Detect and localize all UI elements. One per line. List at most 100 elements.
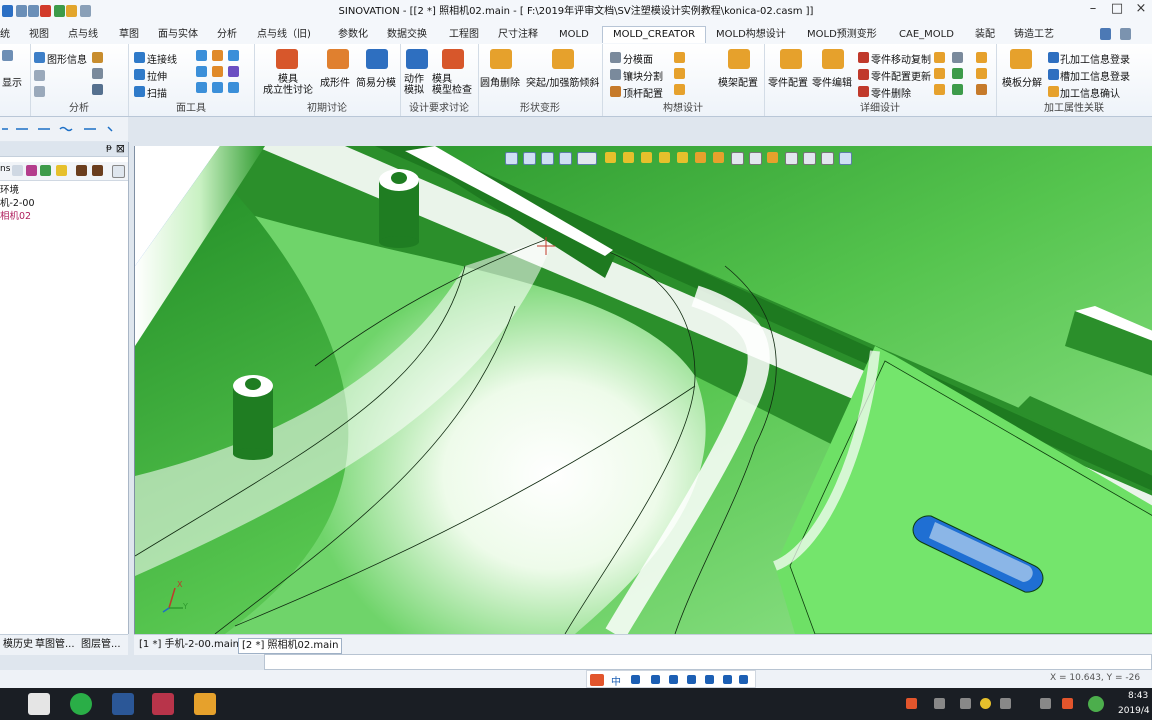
cube-view-icon[interactable] xyxy=(767,152,778,163)
detail-tool-icon[interactable] xyxy=(934,52,945,63)
view-dropdown-icon[interactable] xyxy=(577,152,597,165)
ejector-config-button[interactable]: 顶杆配置 xyxy=(623,85,663,100)
cube-view-icon[interactable] xyxy=(713,152,724,163)
tray-icon[interactable] xyxy=(906,698,917,709)
angle-icon[interactable] xyxy=(92,52,103,63)
tray-icon[interactable] xyxy=(980,698,991,709)
grid-view-icon[interactable] xyxy=(821,152,834,165)
tree-item-environment[interactable]: 环境 xyxy=(0,182,19,196)
tab-assembly[interactable]: 装配 xyxy=(975,27,995,43)
tree-tool-icon[interactable] xyxy=(56,165,67,176)
surface-tool-icon[interactable] xyxy=(196,50,207,61)
molded-part-button[interactable]: 成形件 xyxy=(320,74,350,89)
light-bulb-icon[interactable] xyxy=(623,152,634,163)
view-tool-icon[interactable] xyxy=(523,152,536,165)
options-icon[interactable] xyxy=(1120,28,1131,40)
construct-tool-icon[interactable] xyxy=(674,84,685,95)
tree-tool-icon[interactable] xyxy=(12,165,23,176)
ime-tool-icon[interactable] xyxy=(705,675,714,684)
mold-base-button[interactable]: 模架配置 xyxy=(718,74,758,89)
calculator-icon[interactable] xyxy=(28,693,50,715)
binoculars-icon[interactable] xyxy=(76,165,87,176)
mold-model-render[interactable] xyxy=(135,146,1152,634)
tab-mold-deform[interactable]: MOLD预测变形 xyxy=(807,27,877,43)
tray-icon[interactable] xyxy=(1000,698,1011,709)
part-config-button[interactable]: 零件配置 xyxy=(768,74,808,89)
doc-tab-phone[interactable]: [1 *] 手机-2-00.main xyxy=(136,638,242,652)
surface-tool-icon[interactable] xyxy=(228,82,239,93)
help-icon[interactable] xyxy=(1100,28,1111,40)
curvature-icon[interactable] xyxy=(92,84,103,95)
tab-cae-mold[interactable]: CAE_MOLD xyxy=(899,27,954,43)
measure-icon[interactable] xyxy=(34,70,45,81)
mold-plate-split-button[interactable]: 模板分解 xyxy=(1002,74,1042,89)
show-button[interactable]: 显示 xyxy=(2,74,22,89)
tree-item-phone[interactable]: 机-2-00 xyxy=(0,195,35,209)
wechat-icon[interactable] xyxy=(70,693,92,715)
tab-analysis[interactable]: 分析 xyxy=(217,27,237,43)
surface-tool-icon[interactable] xyxy=(228,66,239,77)
part-config-update-button[interactable]: 零件配置更新 xyxy=(871,68,931,83)
tab-sketch[interactable]: 草图 xyxy=(119,27,139,43)
detail-tool-icon[interactable] xyxy=(952,52,963,63)
tray-icon[interactable] xyxy=(1062,698,1073,709)
detail-tool-icon[interactable] xyxy=(976,52,987,63)
construct-tool-icon[interactable] xyxy=(674,52,685,63)
model-check-button[interactable]: 模具 模型检查 xyxy=(432,74,472,96)
sweep-button[interactable]: 扫描 xyxy=(147,85,167,100)
tree-tool-icon[interactable] xyxy=(26,165,37,176)
tab-surface-solid[interactable]: 面与实体 xyxy=(158,27,198,43)
3d-viewport[interactable]: X Y xyxy=(134,146,1152,634)
view-tool-icon[interactable] xyxy=(839,152,852,165)
sinovation-icon[interactable] xyxy=(152,693,174,715)
pin-icon[interactable]: ᵽ xyxy=(106,143,112,153)
tray-icon[interactable] xyxy=(1040,698,1051,709)
block-split-button[interactable]: 镶块分割 xyxy=(623,68,663,83)
binoculars-icon[interactable] xyxy=(92,165,103,176)
close-icon[interactable]: × xyxy=(1130,0,1152,20)
grid-view-icon[interactable] xyxy=(785,152,798,165)
part-move-copy-button[interactable]: 零件移动复制 xyxy=(871,51,931,66)
detail-tool-icon[interactable] xyxy=(934,84,945,95)
network-icon[interactable] xyxy=(1088,696,1104,712)
ime-mode[interactable]: 中 xyxy=(611,673,621,688)
tab-model-history[interactable]: 模历史 xyxy=(0,638,36,652)
connect-line-button[interactable]: 连接线 xyxy=(147,51,177,66)
word-icon[interactable] xyxy=(112,693,134,715)
microphone-icon[interactable] xyxy=(669,675,678,684)
motion-sim-button[interactable]: 动作 模拟 xyxy=(404,74,424,96)
tab-system[interactable]: 统 xyxy=(0,27,10,43)
hole-info-register-button[interactable]: 孔加工信息登录 xyxy=(1060,51,1130,66)
detail-tool-icon[interactable] xyxy=(952,84,963,95)
mold-feasibility-button[interactable]: 模具 成立性讨论 xyxy=(258,74,318,96)
tab-data-exchange[interactable]: 数据交换 xyxy=(387,27,427,43)
refresh-icon[interactable] xyxy=(112,165,125,178)
tab-point-line[interactable]: 点与线 xyxy=(68,27,98,43)
tray-icon[interactable] xyxy=(934,698,945,709)
tree-tool-icon[interactable] xyxy=(40,165,51,176)
view-tool-icon[interactable] xyxy=(559,152,572,165)
shape-info-button[interactable]: 图形信息 xyxy=(47,51,87,66)
light-bulb-icon[interactable] xyxy=(641,152,652,163)
view-tool-icon[interactable] xyxy=(659,152,670,163)
tab-parametric[interactable]: 参数化 xyxy=(338,27,368,43)
grid-view-icon[interactable] xyxy=(803,152,816,165)
view-tool-icon[interactable] xyxy=(677,152,688,163)
machining-info-confirm-button[interactable]: 加工信息确认 xyxy=(1060,85,1120,100)
clock-icon[interactable] xyxy=(92,68,103,79)
fillet-delete-button[interactable]: 圆角删除 xyxy=(480,74,520,89)
tab-mold[interactable]: MOLD xyxy=(559,27,589,43)
ime-tool-icon[interactable] xyxy=(631,675,640,684)
cube-view-icon[interactable] xyxy=(731,152,744,165)
detail-tool-icon[interactable] xyxy=(952,68,963,79)
command-input[interactable] xyxy=(264,654,1152,670)
detail-tool-icon[interactable] xyxy=(976,68,987,79)
groove-info-register-button[interactable]: 槽加工信息登录 xyxy=(1060,68,1130,83)
part-edit-button[interactable]: 零件编辑 xyxy=(812,74,852,89)
detail-tool-icon[interactable] xyxy=(934,68,945,79)
boss-rib-draft-button[interactable]: 突起/加强筋倾斜 xyxy=(526,74,599,89)
ime-menu-icon[interactable] xyxy=(739,675,748,684)
panel-close-icon[interactable]: ⊠ xyxy=(116,142,125,155)
tray-icon[interactable] xyxy=(960,698,971,709)
tab-mold-concept[interactable]: MOLD构想设计 xyxy=(716,27,786,43)
